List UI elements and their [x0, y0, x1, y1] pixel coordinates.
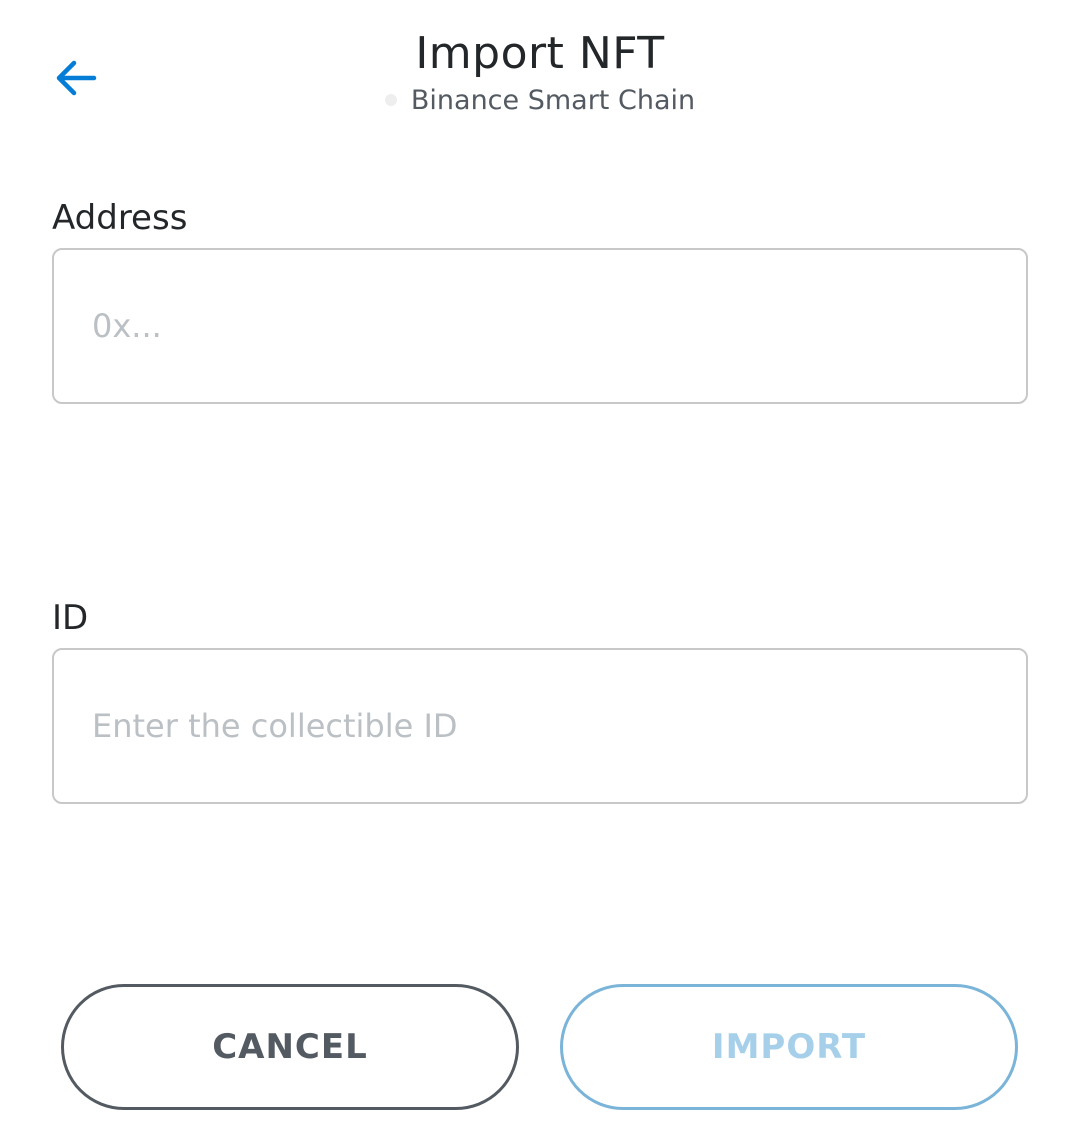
id-label: ID	[52, 598, 89, 638]
page-title: Import NFT	[415, 28, 665, 79]
header: Import NFT Binance Smart Chain	[0, 0, 1080, 140]
network-name: Binance Smart Chain	[410, 85, 696, 116]
address-input[interactable]	[52, 248, 1028, 404]
import-button[interactable]: IMPORT	[560, 984, 1018, 1110]
address-label: Address	[52, 198, 188, 238]
collectible-id-input[interactable]	[52, 648, 1028, 804]
network-indicator: Binance Smart Chain	[0, 84, 1080, 118]
cancel-button[interactable]: CANCEL	[61, 984, 519, 1110]
network-status-dot	[384, 93, 397, 106]
